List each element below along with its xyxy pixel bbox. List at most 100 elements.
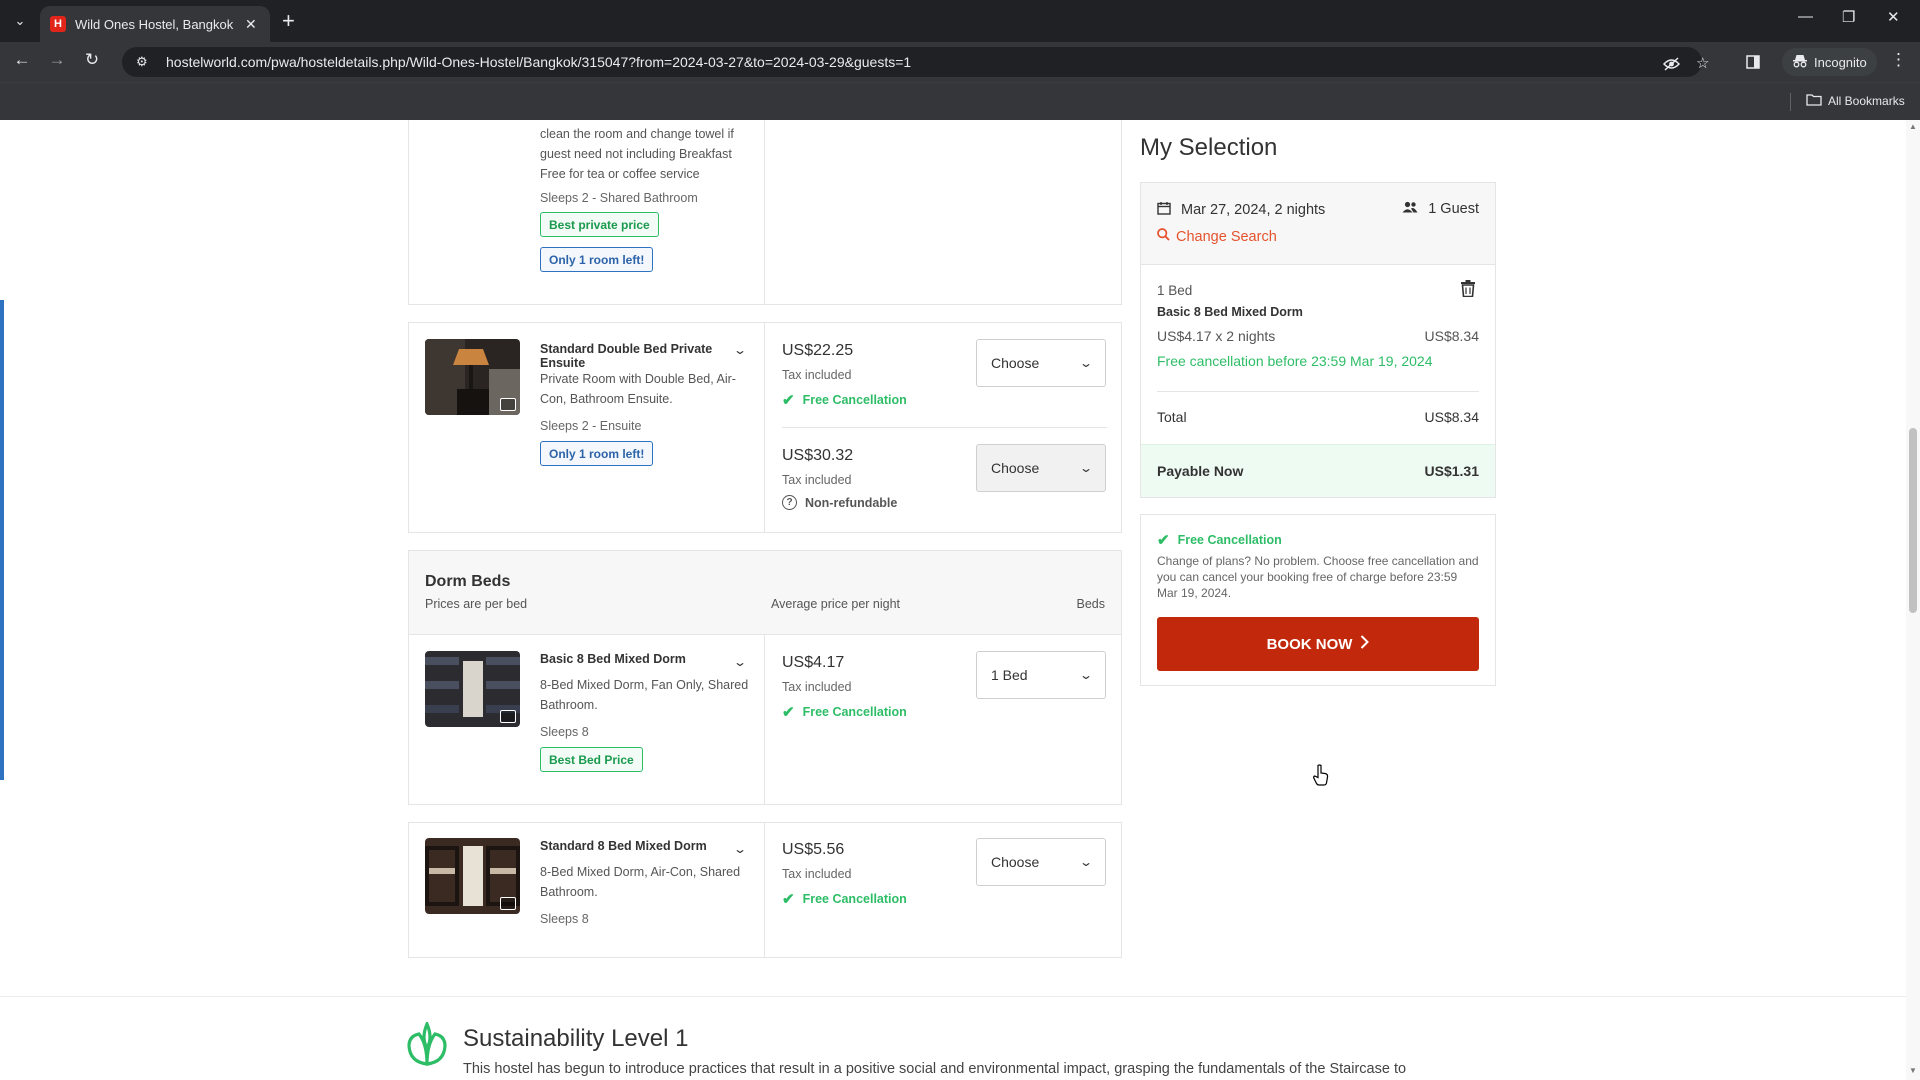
- scrollbar-thumb[interactable]: [1909, 428, 1917, 613]
- room-description: 8-Bed Mixed Dorm, Fan Only, Shared Bathr…: [540, 678, 749, 712]
- free-cancellation-heading: ✔ Free Cancellation: [1157, 531, 1282, 549]
- change-search-link[interactable]: Change Search: [1157, 228, 1277, 245]
- trash-icon[interactable]: [1461, 280, 1475, 298]
- room-name[interactable]: Basic 8 Bed Mixed Dorm: [540, 652, 730, 666]
- question-mark-icon[interactable]: ?: [782, 495, 797, 510]
- selected-quantity: 1 Bed: [1157, 283, 1193, 298]
- card-column-divider: [764, 120, 765, 304]
- rate-price: US$4.17: [782, 654, 845, 671]
- bookmark-star-icon[interactable]: ☆: [1696, 54, 1709, 72]
- forward-icon[interactable]: →: [45, 50, 69, 70]
- incognito-badge[interactable]: Incognito: [1782, 48, 1877, 76]
- total-label: Total: [1157, 409, 1187, 425]
- room-photo-basic-dorm[interactable]: [425, 651, 520, 727]
- rate-price: US$30.32: [782, 447, 854, 464]
- chevron-down-icon[interactable]: ⌄: [733, 343, 747, 357]
- tax-label: Tax included: [782, 867, 852, 881]
- bookmarks-divider: [1790, 93, 1791, 111]
- card-column-divider: [764, 323, 765, 532]
- room-description: Private Room with Double Bed, Air-Con, B…: [540, 372, 736, 406]
- payable-now-label: Payable Now: [1157, 463, 1244, 479]
- back-icon[interactable]: ←: [10, 50, 34, 70]
- site-info-icon[interactable]: ⚙: [136, 54, 156, 70]
- my-selection-title: My Selection: [1140, 134, 1278, 161]
- search-summary: Mar 27, 2024, 2 nights 1 Guest Change Se…: [1141, 183, 1495, 265]
- all-bookmarks-label: All Bookmarks: [1828, 94, 1905, 108]
- incognito-icon: [1792, 54, 1808, 71]
- price-calculation: US$4.17 x 2 nights: [1157, 328, 1276, 344]
- select-value: 1 Bed: [991, 667, 1028, 683]
- room-name[interactable]: Standard 8 Bed Mixed Dorm: [540, 839, 730, 853]
- free-cancellation-text: Change of plans? No problem. Choose free…: [1157, 554, 1479, 600]
- rate-select-dropdown[interactable]: Choose ⌄: [976, 838, 1106, 886]
- room-sleeps: Sleeps 8: [540, 912, 589, 926]
- rate-select-dropdown[interactable]: Choose ⌄: [976, 339, 1106, 387]
- chevron-down-icon[interactable]: ⌄: [733, 655, 747, 669]
- free-cancellation-policy: ✔ Free Cancellation: [782, 391, 907, 409]
- non-refundable-policy: ? Non-refundable: [782, 495, 897, 510]
- browser-menu-icon[interactable]: ⋮: [1890, 50, 1907, 70]
- page-scrollbar[interactable]: ▲ ▼: [1906, 120, 1920, 1080]
- eye-off-icon[interactable]: [1662, 57, 1681, 75]
- check-icon: ✔: [1157, 532, 1170, 549]
- line-price: US$8.34: [1424, 328, 1479, 344]
- select-value: Choose: [991, 854, 1040, 870]
- total-value: US$8.34: [1424, 409, 1479, 425]
- url-text[interactable]: hostelworld.com/pwa/hosteldetails.php/Wi…: [166, 54, 911, 70]
- select-value: Choose: [991, 460, 1040, 476]
- tab-close-icon[interactable]: ✕: [245, 16, 257, 33]
- tax-label: Tax included: [782, 368, 852, 382]
- room-description: 8-Bed Mixed Dorm, Air-Con, Shared Bathro…: [540, 865, 741, 899]
- bed-quantity-dropdown[interactable]: 1 Bed ⌄: [976, 651, 1106, 699]
- room-name[interactable]: Standard Double Bed Private Ensuite: [540, 342, 730, 370]
- chevron-right-icon: [1360, 635, 1370, 653]
- bookmarks-bar: All Bookmarks: [0, 82, 1920, 120]
- minimize-icon[interactable]: —: [1798, 8, 1813, 25]
- incognito-label: Incognito: [1814, 54, 1867, 70]
- free-cancellation-policy: ✔ Free Cancellation: [782, 703, 907, 721]
- book-now-label: BOOK NOW: [1266, 635, 1353, 653]
- rate-divider: [782, 427, 1107, 428]
- new-tab-icon[interactable]: +: [282, 9, 295, 33]
- book-now-button[interactable]: BOOK NOW: [1157, 617, 1479, 671]
- browser-tab[interactable]: H Wild Ones Hostel, Bangkok - 20 ✕: [40, 6, 270, 42]
- window-close-icon[interactable]: ✕: [1887, 8, 1900, 26]
- search-icon: [1157, 228, 1170, 245]
- tab-search-icon[interactable]: ⌄: [8, 9, 32, 33]
- rate-price: US$5.56: [782, 841, 845, 858]
- restore-icon[interactable]: ❐: [1842, 8, 1855, 26]
- side-panel-icon[interactable]: [1746, 55, 1760, 73]
- room-photo-double[interactable]: [425, 339, 520, 415]
- tax-label: Tax included: [782, 680, 852, 694]
- card-column-divider: [764, 635, 765, 804]
- address-bar[interactable]: ⚙ hostelworld.com/pwa/hosteldetails.php/…: [122, 47, 1702, 77]
- policy-label: Non-refundable: [805, 495, 898, 510]
- scroll-down-icon[interactable]: ▼: [1909, 1066, 1917, 1075]
- sustainability-text: This hostel has begun to introduce pract…: [463, 1061, 1407, 1077]
- chevron-down-icon[interactable]: ⌄: [733, 842, 747, 856]
- room-sleeps: Sleeps 2 - Ensuite: [540, 419, 642, 433]
- room-card-private-partial: clean the room and change towel if guest…: [408, 120, 1122, 305]
- policy-label: Free Cancellation: [802, 705, 907, 719]
- rooms-left-tag: Only 1 room left!: [540, 247, 654, 272]
- calendar-icon: [1157, 201, 1171, 219]
- payable-now-row: Payable Now US$1.31: [1141, 444, 1495, 497]
- users-icon: [1402, 201, 1418, 217]
- rate-select-dropdown[interactable]: Choose ⌄: [976, 444, 1106, 492]
- scroll-up-icon[interactable]: ▲: [1909, 122, 1917, 131]
- selection-summary: Mar 27, 2024, 2 nights 1 Guest Change Se…: [1140, 182, 1496, 498]
- policy-label: Free Cancellation: [802, 393, 907, 407]
- selected-room-name: Basic 8 Bed Mixed Dorm: [1157, 305, 1303, 319]
- chevron-down-icon: ⌄: [1078, 461, 1094, 475]
- section-title: Dorm Beds: [425, 573, 511, 590]
- free-cancellation-box: ✔ Free Cancellation Change of plans? No …: [1140, 514, 1496, 686]
- room-description: clean the room and change towel if guest…: [540, 127, 734, 181]
- room-photo-standard-dorm[interactable]: [425, 838, 520, 914]
- free-cancellation-title: Free Cancellation: [1177, 533, 1282, 547]
- guest-count-text: 1 Guest: [1428, 201, 1479, 217]
- room-card-standard-8-dorm: Standard 8 Bed Mixed Dorm ⌄ 8-Bed Mixed …: [408, 822, 1122, 958]
- gallery-icon: [500, 710, 516, 723]
- reload-icon[interactable]: ↻: [80, 50, 104, 70]
- all-bookmarks-button[interactable]: All Bookmarks: [1806, 93, 1905, 109]
- rate-price: US$22.25: [782, 342, 854, 359]
